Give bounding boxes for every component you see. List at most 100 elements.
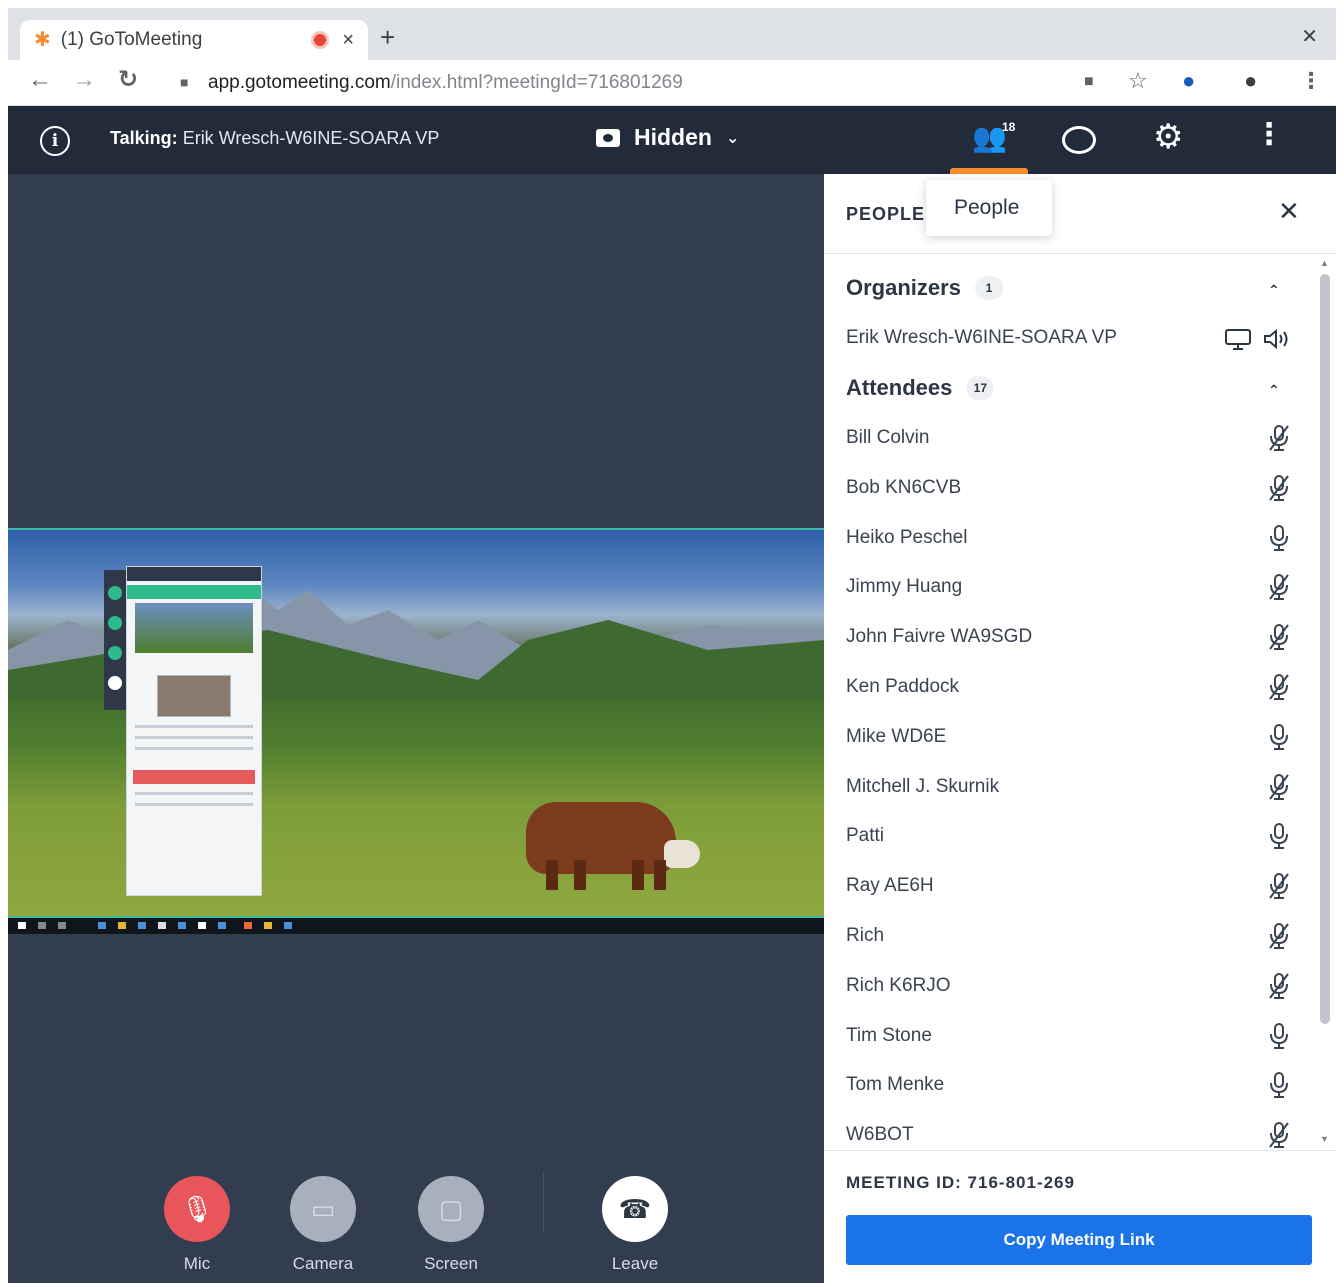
tab-close-icon[interactable]: × [342,29,354,52]
scroll-down-arrow-icon[interactable]: ▼ [1320,1134,1329,1144]
attendee-row[interactable]: Heiko Peschel [846,518,1306,558]
info-icon[interactable]: i [40,126,70,156]
attendee-name: John Faivre WA9SGD [846,626,1033,648]
organizers-header[interactable]: Organizers 1 [846,268,1003,308]
attendee-row[interactable]: Bob KN6CVB [846,468,1306,508]
attendees-label: Attendees [846,375,953,400]
chevron-up-icon[interactable]: ⌃ [1268,282,1280,299]
lock-icon: ■ [180,74,189,90]
attendee-row[interactable]: Jimmy Huang [846,567,1306,607]
attendee-name: Patti [846,825,885,847]
organizers-count-badge: 1 [974,276,1003,300]
people-panel-footer: MEETING ID: 716-801-269 Copy Meeting Lin… [824,1150,1336,1283]
window-close-icon[interactable]: ✕ [1301,24,1318,49]
screen-share-button[interactable]: ▢ Screen [416,1176,486,1274]
attendee-row[interactable]: Rich [846,916,1306,956]
people-panel-title: PEOPLE [846,204,926,224]
attendee-row[interactable]: John Faivre WA9SGD [846,617,1306,657]
mic-muted-icon [1266,972,1292,1000]
scroll-up-arrow-icon[interactable]: ▲ [1320,258,1329,268]
mic-icon [1266,1022,1292,1050]
attendee-name: Tom Menke [846,1074,945,1096]
new-tab-button[interactable]: + [380,24,395,50]
cow-leg [632,860,644,890]
mic-muted-icon: 🎙 [164,1176,230,1242]
attendee-name: Bob KN6CVB [846,476,962,498]
url-field[interactable]: app.gotomeeting.com/index.html?meetingId… [208,72,683,94]
mic-button[interactable]: 🎙 Mic [162,1176,232,1274]
attendee-name: Tim Stone [846,1024,932,1046]
gotomeeting-favicon-icon: ✱ [34,29,51,51]
people-panel: PEOPLE People ✕ Organizers 1 ⌃ Erik Wres… [824,174,1336,1283]
attendee-row[interactable]: Rich K6RJO [846,966,1306,1006]
reload-icon[interactable]: ↻ [118,68,138,92]
attendee-name: Ken Paddock [846,676,960,697]
leave-button[interactable]: ☎ Leave [600,1176,670,1274]
meeting-topbar: i Talking: Erik Wresch-W6INE-SOARA VP Hi… [8,106,1336,174]
tab-title: (1) GoToMeeting [60,29,203,50]
back-arrow-icon[interactable]: ← [28,68,52,92]
people-list-scrollbar[interactable]: ▲ ▼ [1318,258,1332,1146]
organizer-row: Erik Wresch-W6INE-SOARA VP [846,318,1306,358]
attendee-row[interactable]: Mitchell J. Skurnik [846,767,1306,807]
chevron-up-icon[interactable]: ⌃ [1268,382,1280,399]
camera-button[interactable]: ▭ Camera [288,1176,358,1274]
close-panel-icon[interactable]: ✕ [1278,198,1300,224]
chat-icon[interactable] [1062,126,1096,154]
people-count-badge: 18 [1002,120,1016,134]
attendee-row[interactable]: Mike WD6E [846,717,1306,757]
mic-icon [1266,822,1292,850]
screen-share-off-icon: ▢ [418,1176,484,1242]
settings-gear-icon[interactable]: ⚙ [1153,120,1183,154]
profile-avatar-icon[interactable]: ● [1244,70,1257,92]
view-mode-dropdown[interactable]: Hidden ⌄ [596,124,739,151]
screen-presenter-icon [1225,329,1251,350]
gotomeeting-app: i Talking: Erik Wresch-W6INE-SOARA VP Hi… [8,106,1336,1283]
url-path: /index.html?meetingId=716801269 [390,72,683,93]
scrollbar-thumb[interactable] [1320,274,1330,1024]
organizer-name: Erik Wresch-W6INE-SOARA VP [846,327,1117,348]
attendee-row[interactable]: Ken Paddock [846,667,1306,707]
mic-muted-icon [1266,1121,1292,1149]
attendee-name: Rich K6RJO [846,974,951,996]
mic-muted-icon [1266,474,1292,502]
cow-head-image [664,840,700,868]
webcam-thumbnail [157,675,231,717]
people-panel-header: PEOPLE People ✕ [824,174,1336,254]
extension-icon[interactable]: ● [1182,70,1195,92]
camera-off-icon: ▭ [290,1176,356,1242]
attendees-header[interactable]: Attendees 17 [846,368,995,408]
cow-leg [574,860,586,890]
mic-icon [1266,1071,1292,1099]
attendee-row[interactable]: Patti [846,816,1306,856]
shared-screen [8,528,824,918]
attendee-name: Rich [846,925,885,946]
speaking-volume-icon [1264,328,1288,350]
attendee-row[interactable]: Tim Stone [846,1016,1306,1056]
url-host: app.gotomeeting.com [208,72,391,93]
browser-menu-icon[interactable]: ⋮ [1300,70,1322,92]
hidden-eye-icon [596,128,620,147]
mic-icon [1266,524,1292,552]
forward-arrow-icon[interactable]: → [72,68,96,92]
camera-indicator-icon[interactable]: ■ [1084,74,1094,90]
attendee-row[interactable]: W6BOT [846,1115,1306,1150]
mic-icon [1266,723,1292,751]
attendee-name: Heiko Peschel [846,526,968,548]
browser-tab[interactable]: ✱ (1) GoToMeeting × [20,20,368,60]
recording-indicator-icon [314,34,327,46]
mic-muted-icon [1266,922,1292,950]
mini-app-sidebar [104,570,126,710]
attendee-row[interactable]: Tom Menke [846,1065,1306,1105]
attendee-name: W6BOT [846,1124,914,1146]
bookmark-star-icon[interactable]: ☆ [1128,70,1148,92]
attendee-row[interactable]: Ray AE6H [846,866,1306,906]
shared-taskbar [8,918,824,934]
people-button[interactable]: 👥 18 [950,106,1030,174]
people-list: Organizers 1 ⌃ Erik Wresch-W6INE-SOARA V… [824,254,1324,1150]
attendee-row[interactable]: Bill Colvin [846,418,1306,458]
address-bar: ← → ↻ ■ app.gotomeeting.com/index.html?m… [8,60,1336,106]
copy-meeting-link-button[interactable]: Copy Meeting Link [846,1215,1312,1265]
more-options-icon[interactable]: ⋮ [1254,120,1284,150]
talking-name: Erik Wresch-W6INE-SOARA VP [182,128,440,148]
